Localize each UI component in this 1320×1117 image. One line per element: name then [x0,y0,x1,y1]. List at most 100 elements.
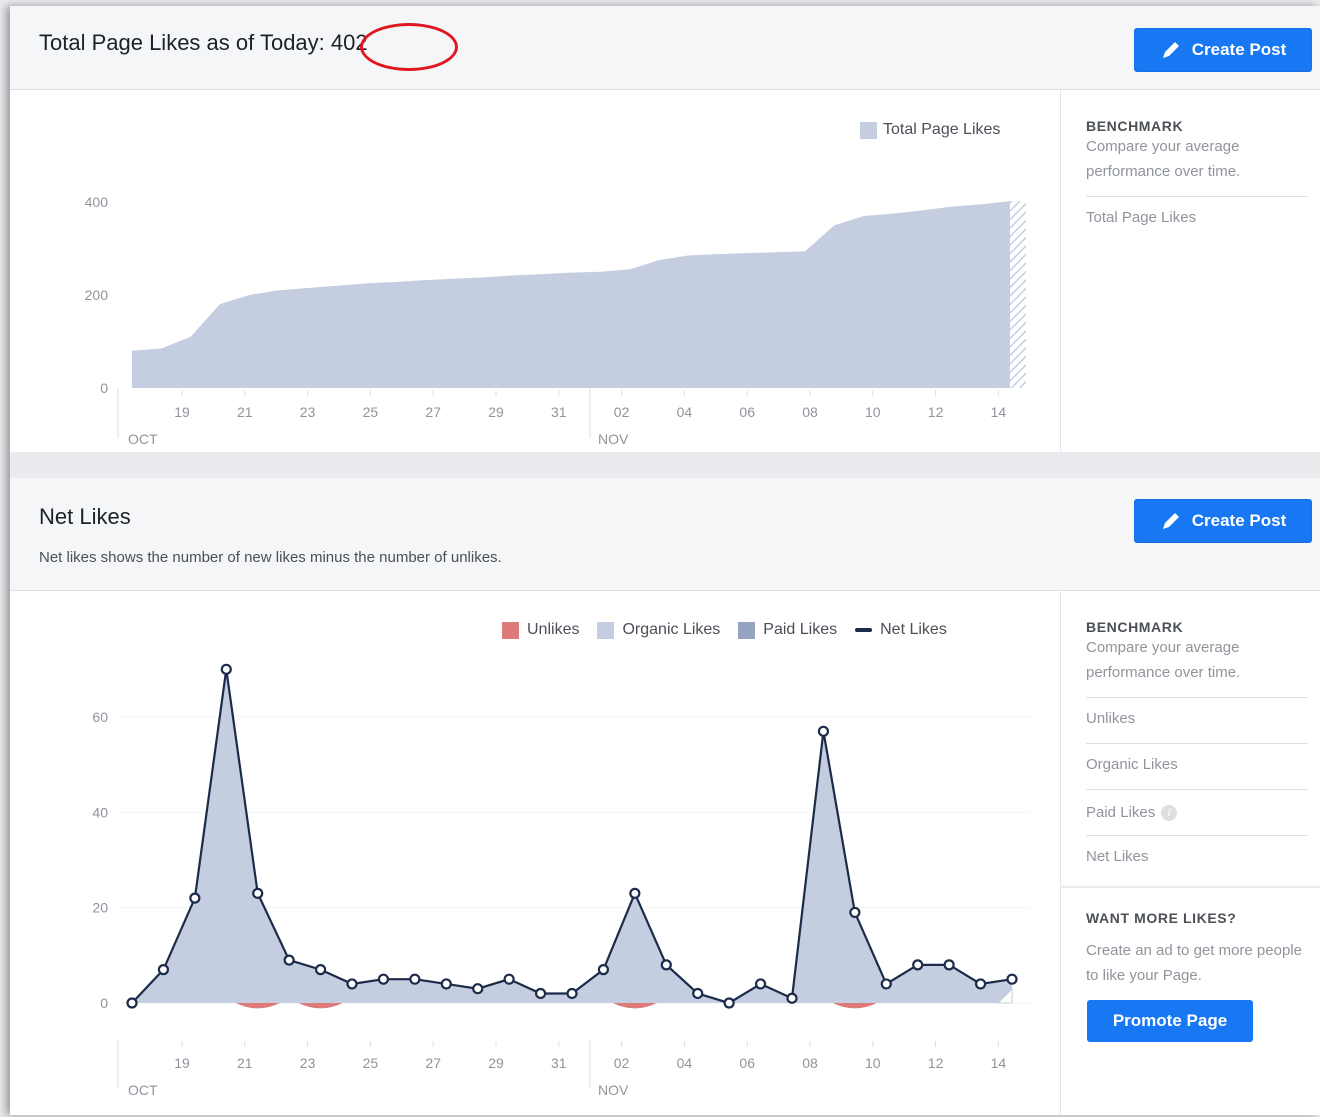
net-likes-point [754,978,767,990]
create-post-button[interactable]: Create Post [1134,28,1312,72]
benchmark-metric-paid[interactable]: Paid Likes i [1086,789,1308,835]
create-post-label: Create Post [1191,40,1287,59]
y-tick-label: 200 [85,287,109,303]
x-tick-label: 14 [991,1055,1007,1071]
net-likes-point [817,725,830,737]
net-likes-point [1006,973,1018,985]
net-likes-line-chart: 0 20 40 60 19 21 23 25 27 29 31 02 04 06 08 10 12 14 OCT NO… [92,663,1030,1098]
net-likes-point [377,973,390,985]
benchmark-metric-net[interactable]: Net Likes [1086,835,1308,881]
x-tick-label: 14 [991,404,1007,420]
promote-page-button[interactable]: Promote Page [1087,1000,1253,1042]
month-label: NOV [598,1082,629,1098]
x-tick-label: 04 [677,1055,693,1071]
panel-header: Net Likes Net likes shows the number of … [10,478,1320,591]
benchmark-metric-organic[interactable]: Organic Likes [1086,743,1308,789]
net-likes-point [849,906,861,919]
projection-hatch [1010,201,1026,388]
benchmark-sidebar: BENCHMARK Compare your average performan… [1060,90,1320,452]
x-tick-label: 23 [300,404,316,420]
benchmark-metric-unlikes[interactable]: Unlikes [1086,697,1308,743]
page-likes-chart: Total Page Likes 0 200 400 19 21 23 25 27 29 31 02… [10,90,1060,452]
promo-box: WANT MORE LIKES? Create an ad to get mor… [1061,886,1320,1117]
net-likes-title: Net Likes [39,504,131,529]
x-tick-label: 10 [865,1055,881,1071]
net-likes-point [283,954,295,966]
net-likes-panel: Net Likes Net likes shows the number of … [10,478,1320,1115]
benchmark-heading: BENCHMARK [1086,118,1184,134]
x-tick-label: 27 [425,404,441,420]
x-tick-label: 12 [928,1055,944,1071]
net-likes-point [629,887,641,899]
net-likes-point [314,964,327,976]
x-tick-label: 21 [237,404,253,420]
net-likes-point [503,973,515,985]
net-likes-point [723,997,735,1009]
net-likes-point [912,959,924,971]
net-likes-point [566,987,578,1000]
benchmark-metric-paid-label: Paid Likes [1086,803,1156,821]
unlikes-area [235,1003,280,1009]
pencil-icon [1162,513,1179,529]
month-label: OCT [128,1082,158,1098]
x-tick-label: 08 [802,404,818,420]
unlikes-area [832,1003,877,1009]
organic-likes-area [132,669,1012,1003]
create-post-label: Create Post [1191,511,1287,530]
month-label: NOV [598,431,629,447]
net-likes-point [157,964,170,976]
y-tick-label: 40 [92,804,108,820]
net-likes-chart: Unlikes Organic Likes Paid Likes Net Lik… [10,591,1060,1115]
net-likes-point [126,997,138,1009]
total-likes-area [132,201,1010,388]
insights-frame: Total Page Likes as of Today: 402 Create… [10,6,1320,1115]
x-tick-label: 29 [488,404,504,420]
promo-heading: WANT MORE LIKES? [1086,910,1237,926]
y-tick-label: 400 [85,194,109,210]
x-tick-label: 25 [363,1055,379,1071]
info-icon[interactable]: i [1161,804,1178,821]
x-tick-label: 06 [739,404,755,420]
x-tick-label: 21 [237,1055,253,1071]
net-likes-point [534,987,547,1000]
x-tick-label: 10 [865,404,881,420]
month-label: OCT [128,431,158,447]
pencil-icon [1162,42,1179,58]
net-likes-point [974,978,987,990]
net-likes-point [880,978,892,990]
net-likes-point [252,887,264,899]
x-tick-label: 08 [802,1055,818,1071]
benchmark-metric-total[interactable]: Total Page Likes [1086,196,1308,242]
y-tick-label: 0 [100,380,108,396]
x-tick-label: 25 [363,404,379,420]
benchmark-description: Compare your average performance over ti… [1086,138,1241,180]
page-likes-title: Total Page Likes as of Today: 402 [39,30,368,55]
unlikes-area [298,1003,343,1009]
net-likes-point [786,992,798,1004]
x-tick-label: 19 [174,404,190,420]
net-likes-point [597,964,610,976]
benchmark-description: Compare your average performance over ti… [1086,639,1241,681]
x-tick-label: 29 [488,1055,504,1071]
x-tick-label: 27 [425,1055,441,1071]
create-post-button[interactable]: Create Post [1134,499,1312,543]
total-page-likes-panel: Total Page Likes as of Today: 402 Create… [10,6,1320,452]
page-likes-area-chart: 0 200 400 19 21 23 25 27 29 31 02 04 06 08 10 12 14 OCT NO… [85,194,1026,447]
net-likes-point [189,892,201,904]
benchmark-heading: BENCHMARK [1086,619,1184,635]
x-tick-label: 02 [614,1055,630,1071]
net-likes-subtitle: Net likes shows the number of new likes … [39,549,502,566]
net-likes-point [409,973,421,985]
net-likes-point [472,983,484,995]
x-tick-label: 02 [614,404,630,420]
x-tick-label: 04 [677,404,693,420]
promo-description: Create an ad to get more people to like … [1086,942,1302,984]
unlikes-area [612,1003,657,1009]
net-likes-point [440,978,452,990]
y-tick-label: 0 [100,995,108,1011]
x-tick-label: 31 [551,1055,567,1071]
net-likes-point [943,959,955,971]
net-likes-point [692,987,704,1000]
net-likes-point [346,978,358,990]
x-tick-label: 19 [174,1055,190,1071]
